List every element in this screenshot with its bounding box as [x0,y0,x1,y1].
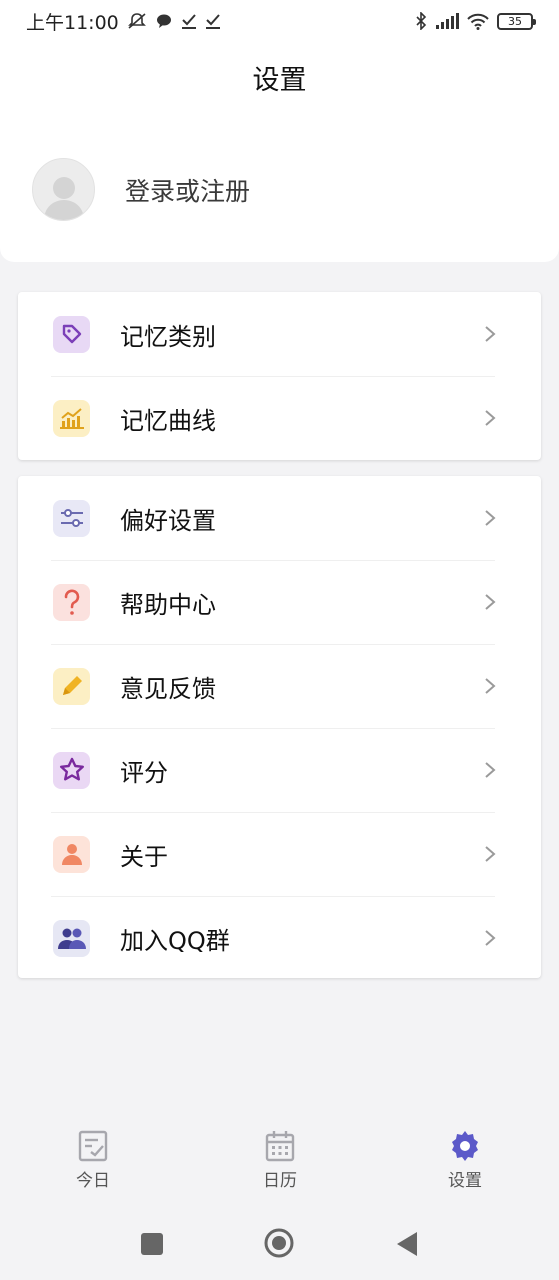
person-icon [53,835,90,873]
row-about[interactable]: 关于 [18,812,541,896]
row-rating[interactable]: 评分 [18,728,541,812]
status-bar: 上午11:00 35 [0,0,559,42]
gear-icon [452,1131,478,1161]
chat-icon [155,13,173,29]
bottom-tab-bar: 今日 日历 设置 [0,1130,559,1210]
tab-today-label: 今日 [76,1171,110,1191]
row-memory-category[interactable]: 记忆类别 [18,292,541,376]
chevron-right-icon [485,510,496,526]
home-circle-icon [264,1228,294,1258]
note-check-icon [78,1130,108,1162]
settings-group-1: 记忆类别 记忆曲线 [18,292,541,460]
row-label: 评分 [120,758,168,787]
mute-icon [127,12,147,30]
signal-icon [435,13,459,29]
settings-group-2: 偏好设置 帮助中心 意见反馈 评分 关于 加入QQ群 [18,476,541,978]
row-label: 关于 [120,842,168,871]
recents-button[interactable] [140,1232,164,1260]
login-link[interactable]: 登录或注册 [125,172,250,208]
tab-settings[interactable]: 设置 [425,1130,505,1191]
chevron-right-icon [485,410,496,426]
login-row[interactable]: 登录或注册 [32,158,250,221]
chevron-right-icon [485,846,496,862]
sliders-icon [53,499,90,537]
row-label: 帮助中心 [120,590,216,619]
avatar[interactable] [32,158,95,221]
row-label: 记忆曲线 [120,406,216,435]
battery-icon: 35 [497,12,536,30]
tag-icon [53,315,90,353]
battery-level: 35 [508,14,522,28]
top-area: 上午11:00 35 设置 登录或注册 [0,0,559,262]
back-triangle-icon [397,1232,417,1256]
page-title: 设置 [252,65,307,96]
row-label: 偏好设置 [120,506,216,535]
row-join-qq-group[interactable]: 加入QQ群 [18,896,541,980]
row-help-center[interactable]: 帮助中心 [18,560,541,644]
question-icon [53,583,90,621]
star-icon [53,751,90,789]
chevron-right-icon [485,678,496,694]
chevron-right-icon [485,326,496,342]
chevron-right-icon [485,762,496,778]
row-label: 意见反馈 [120,674,216,703]
chart-icon [53,399,90,437]
row-memory-curve[interactable]: 记忆曲线 [18,376,541,460]
status-time: 上午11:00 [26,11,119,34]
check-icon [205,13,221,29]
row-label: 加入QQ群 [120,926,230,955]
avatar-placeholder-icon [43,177,84,220]
row-feedback[interactable]: 意见反馈 [18,644,541,728]
row-label: 记忆类别 [120,322,216,351]
tab-settings-label: 设置 [448,1171,482,1191]
back-button[interactable] [395,1230,419,1262]
bluetooth-icon [415,12,427,30]
tab-calendar-label: 日历 [263,1171,297,1191]
tab-calendar[interactable]: 日历 [240,1130,320,1191]
home-button[interactable] [263,1227,295,1263]
chevron-right-icon [485,930,496,946]
tab-today[interactable]: 今日 [53,1130,133,1191]
row-preferences[interactable]: 偏好设置 [18,476,541,560]
calendar-icon [265,1131,295,1162]
group-icon [53,919,90,957]
system-nav-bar [0,1210,559,1280]
chevron-right-icon [485,594,496,610]
pencil-icon [53,667,90,705]
wifi-icon [467,13,489,30]
check-icon [181,13,197,29]
square-icon [141,1233,163,1255]
